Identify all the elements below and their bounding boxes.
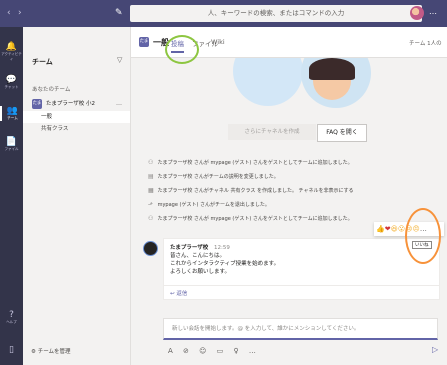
message-author[interactable]: たまプラーザ校 [170,245,208,251]
author-avatar[interactable] [143,241,158,256]
channel-create-icon: ▦ [148,187,154,194]
activity-text: たまプラーザ校 さんが mypage (ゲスト) さんをゲストとしてチームに追加… [157,160,353,166]
character-hair [309,58,355,80]
message-line: 皆さん、こんにちは。 [170,253,226,259]
appbar-help[interactable]: ? ヘルプ [0,310,23,325]
appbar-label: ヘルプ [6,320,17,324]
welcome-illustration [225,58,375,110]
manage-teams-link[interactable]: ⚙ チームを管理 [31,347,71,355]
message-card[interactable]: たまプラーザ校 12:59 皆さん、こんにちは。 これからインタラクティブ授業を… [163,238,440,300]
channel-shared-class[interactable]: 共有クラス [23,123,130,135]
reply-link[interactable]: ↩ 返信 [170,289,187,297]
team-item[interactable]: たま たまプラーザ校 小2 … [23,98,130,110]
team-member-info[interactable]: チーム 1人の [409,39,442,47]
team-panel: チーム ▽ あなたのチーム たま たまプラーザ校 小2 … 一般 共有クラス ⚙ … [23,27,131,365]
tab-wiki[interactable]: Wiki [211,38,225,46]
send-icon[interactable]: ▷ [432,345,438,354]
illustration-circle [233,58,303,106]
member-add-icon: ⚇ [148,215,154,222]
back-icon[interactable]: ‹ [7,8,11,18]
new-chat-icon[interactable]: ✎ [115,8,123,18]
activity-item: ⬏ mypage (ゲスト) さんがチームを退出しました。 [148,199,270,210]
description-icon: ▤ [148,173,154,180]
appbar-label: チーム [7,116,18,120]
channel-general[interactable]: 一般 [23,111,130,123]
compose-input[interactable]: 新しい会話を開始します。@ を入力して、誰かにメンションしてください。 [163,318,438,340]
create-channel-button[interactable]: さらにチャネルを作成 [228,124,316,140]
activity-item: ⚇ たまプラーザ校 さんが mypage (ゲスト) さんをゲストとしてチームに… [148,213,353,224]
appbar-chat[interactable]: 💬 チャット [0,75,23,90]
appbar-device[interactable]: ▯ [0,345,23,355]
activity-text: たまプラーザ校 さんがチームの説明を変更しました。 [157,174,279,180]
profile-avatar[interactable] [410,6,424,20]
more-icon[interactable]: … [429,7,437,16]
bell-icon: 🔔 [5,42,18,52]
appbar-label: チャット [4,85,19,89]
activity-item: ▤ たまプラーザ校 さんがチームの説明を変更しました。 [148,171,279,182]
activity-text: たまプラーザ校 さんが mypage (ゲスト) さんをゲストとしてチームに追加… [157,216,353,222]
team-badge: たま [32,98,42,109]
activity-item: ▦ たまプラーザ校 さんがチャネル 共有クラス を作成しました。 チャネルを非表… [148,185,354,196]
like-reaction-icon[interactable]: 👍 [376,225,385,233]
channel-badge: たま [139,37,149,47]
forward-icon[interactable]: › [18,8,22,18]
team-more-icon[interactable]: … [116,98,122,110]
file-icon: 📄 [5,137,18,147]
appbar-files[interactable]: 📄 ファイル [0,137,23,152]
activity-item: ⚇ たまプラーザ校 さんが mypage (ゲスト) さんをゲストとしてチームに… [148,157,353,168]
highlight-circle-green [165,35,199,64]
gear-icon: ⚙ [31,349,36,355]
help-icon: ? [9,310,14,320]
manage-label: チームを管理 [37,349,71,355]
teams-icon: 👥 [6,106,19,116]
panel-title: チーム [32,58,53,66]
activity-text: たまプラーザ校 さんがチャネル 共有クラス を作成しました。 チャネルを非表示に… [157,188,354,194]
search-input[interactable]: 人、キーワードの検索、またはコマンドの入力 [130,5,422,22]
message-line: これからインタラクティブ授業を始めます。 [170,261,280,267]
device-icon: ▯ [9,345,14,355]
member-add-icon: ⚇ [148,159,154,166]
filter-icon[interactable]: ▽ [117,56,122,64]
appbar-label: ファイル [4,147,19,151]
activity-text: mypage (ゲスト) さんがチームを退出しました。 [157,202,270,208]
faq-button[interactable]: FAQ を開く [317,124,367,142]
chat-icon: 💬 [5,75,18,85]
section-label: あなたのチーム [32,87,71,93]
team-name: たまプラーザ校 小2 [46,101,95,107]
compose-toolbar[interactable]: A ⊘ ☺ ▭ ♀ … [168,347,260,355]
appbar-label: アクティビティ [1,52,22,61]
appbar-teams[interactable]: 👥 チーム [0,106,23,121]
title-bar: ‹ › ✎ 人、キーワードの検索、またはコマンドの入力 … [0,0,447,27]
member-leave-icon: ⬏ [148,201,154,208]
appbar-activity[interactable]: 🔔 アクティビティ [0,42,23,62]
app-bar: 🔔 アクティビティ 💬 チャット 👥 チーム 📄 ファイル ? ヘルプ ▯ [0,27,23,365]
highlight-circle-orange [405,208,441,264]
laugh-reaction-icon[interactable]: 😆 [391,225,398,233]
message-body: 皆さん、こんにちは。 これからインタラクティブ授業を始めます。 よろしくお願いし… [170,252,279,276]
message-line: よろしくお願いします。 [170,269,230,275]
message-time: 12:59 [213,245,230,251]
